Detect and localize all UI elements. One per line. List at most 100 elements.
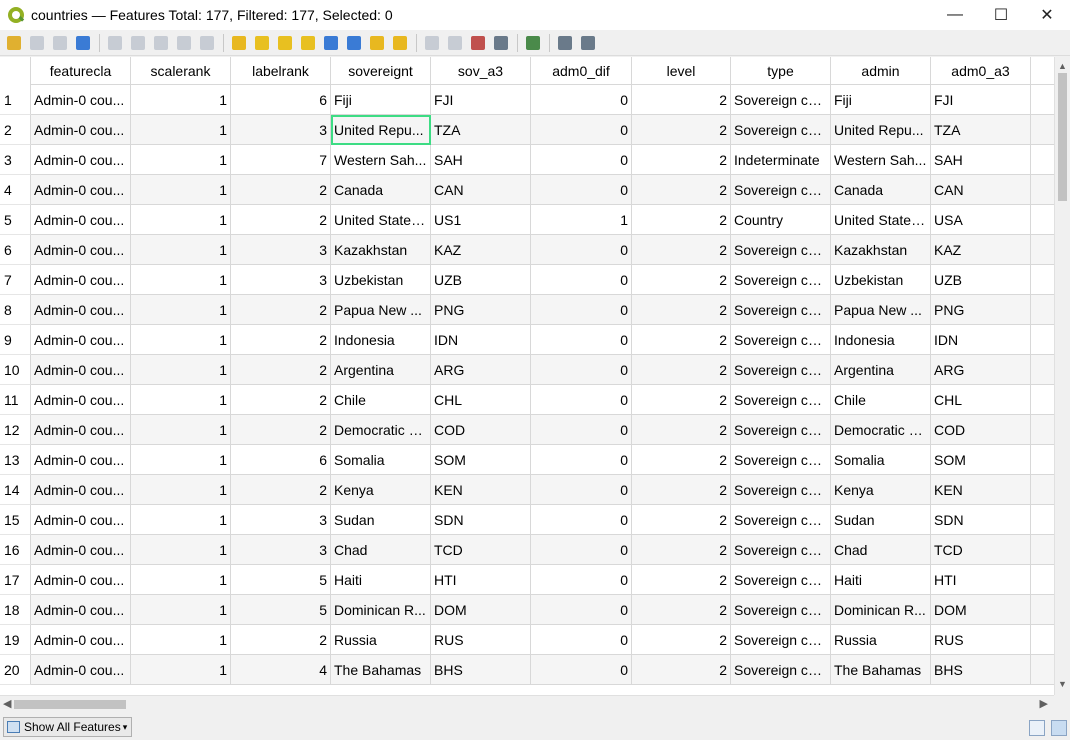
table-cell[interactable]: Admin-0 cou... — [31, 295, 131, 325]
table-cell[interactable]: Canada — [331, 175, 431, 205]
table-cell[interactable]: Russia — [831, 625, 931, 655]
table-cell[interactable]: Sovereign co... — [731, 265, 831, 295]
row-number[interactable]: 11 — [0, 385, 31, 415]
table-cell[interactable]: 2 — [632, 535, 731, 565]
table-cell[interactable]: 1 — [131, 505, 231, 535]
scroll-right-icon[interactable]: ▶ — [1040, 697, 1048, 710]
column-header-level[interactable]: level — [632, 57, 731, 85]
table-cell[interactable]: BHS — [431, 655, 531, 685]
table-cell[interactable]: 2 — [632, 385, 731, 415]
table-cell[interactable]: FJI — [931, 85, 1031, 115]
table-cell[interactable]: Fiji — [331, 85, 431, 115]
deselect-all-icon[interactable] — [297, 32, 319, 54]
table-cell[interactable]: TZA — [431, 115, 531, 145]
row-number[interactable]: 15 — [0, 505, 31, 535]
column-header-sov-a3[interactable]: sov_a3 — [431, 57, 531, 85]
table-cell[interactable]: 3 — [231, 235, 331, 265]
actions-icon[interactable] — [522, 32, 544, 54]
copy-icon[interactable] — [173, 32, 195, 54]
table-cell[interactable]: 1 — [131, 655, 231, 685]
table-cell[interactable]: 0 — [531, 295, 632, 325]
table-row[interactable]: 8 Admin-0 cou... 1 2 Papua New ... PNG 0 2 Sover… — [0, 295, 1070, 325]
table-row[interactable]: 5 Admin-0 cou... 1 2 United States... US1 1 2 Co… — [0, 205, 1070, 235]
table-cell[interactable]: 6 — [231, 445, 331, 475]
column-header-admin[interactable]: admin — [831, 57, 931, 85]
table-cell[interactable]: TZA — [931, 115, 1031, 145]
table-cell[interactable]: Papua New ... — [331, 295, 431, 325]
table-cell[interactable]: BHS — [931, 655, 1031, 685]
table-cell[interactable]: Democratic R... — [831, 415, 931, 445]
table-cell[interactable]: Country — [731, 205, 831, 235]
table-cell[interactable]: 6 — [231, 85, 331, 115]
table-row[interactable]: 10 Admin-0 cou... 1 2 Argentina ARG 0 2 Sovereig… — [0, 355, 1070, 385]
row-number[interactable]: 12 — [0, 415, 31, 445]
table-cell[interactable]: KEN — [931, 475, 1031, 505]
table-cell[interactable]: Kazakhstan — [331, 235, 431, 265]
table-cell[interactable]: 1 — [131, 595, 231, 625]
table-cell[interactable]: 2 — [632, 85, 731, 115]
table-cell[interactable]: 2 — [231, 625, 331, 655]
table-cell[interactable]: Sovereign co... — [731, 295, 831, 325]
table-cell[interactable]: KEN — [431, 475, 531, 505]
table-cell[interactable]: Argentina — [831, 355, 931, 385]
table-row[interactable]: 20 Admin-0 cou... 1 4 The Bahamas BHS 0 2 Sovere… — [0, 655, 1070, 685]
vertical-scroll-thumb[interactable] — [1058, 73, 1067, 201]
table-cell[interactable]: Western Sah... — [831, 145, 931, 175]
table-cell[interactable]: 2 — [632, 415, 731, 445]
table-cell[interactable]: Sudan — [331, 505, 431, 535]
table-cell[interactable]: Democratic R... — [331, 415, 431, 445]
table-cell[interactable]: Sovereign co... — [731, 595, 831, 625]
table-cell[interactable]: 0 — [531, 625, 632, 655]
table-row[interactable]: 16 Admin-0 cou... 1 3 Chad TCD 0 2 Sovereign co.… — [0, 535, 1070, 565]
table-cell[interactable]: KAZ — [431, 235, 531, 265]
table-cell[interactable]: Sovereign co... — [731, 325, 831, 355]
table-cell[interactable]: 2 — [231, 205, 331, 235]
row-number[interactable]: 2 — [0, 115, 31, 145]
table-cell[interactable]: USA — [931, 205, 1031, 235]
table-cell[interactable]: 2 — [632, 625, 731, 655]
row-number[interactable]: 10 — [0, 355, 31, 385]
vertical-scrollbar[interactable]: ▲ ▼ — [1054, 57, 1070, 695]
table-cell[interactable]: 0 — [531, 535, 632, 565]
table-cell[interactable]: 0 — [531, 235, 632, 265]
column-header-adm0-dif[interactable]: adm0_dif — [531, 57, 632, 85]
table-cell[interactable]: United States... — [331, 205, 431, 235]
table-cell[interactable]: 0 — [531, 655, 632, 685]
table-cell[interactable]: HTI — [431, 565, 531, 595]
table-cell[interactable]: SDN — [431, 505, 531, 535]
table-cell[interactable]: 2 — [632, 115, 731, 145]
table-cell[interactable]: Sovereign co... — [731, 475, 831, 505]
table-cell[interactable]: 3 — [231, 535, 331, 565]
table-cell[interactable]: ARG — [431, 355, 531, 385]
table-cell[interactable]: Admin-0 cou... — [31, 235, 131, 265]
table-cell[interactable]: 0 — [531, 385, 632, 415]
table-cell[interactable]: Admin-0 cou... — [31, 85, 131, 115]
row-number[interactable]: 18 — [0, 595, 31, 625]
show-features-dropdown[interactable]: Show All Features ▾ — [3, 717, 133, 737]
table-cell[interactable]: 2 — [231, 325, 331, 355]
table-cell[interactable]: Canada — [831, 175, 931, 205]
table-cell[interactable]: Fiji — [831, 85, 931, 115]
close-button[interactable]: ✕ — [1024, 0, 1070, 30]
table-cell[interactable]: 2 — [632, 145, 731, 175]
table-cell[interactable]: Admin-0 cou... — [31, 355, 131, 385]
table-cell[interactable]: Admin-0 cou... — [31, 325, 131, 355]
table-cell[interactable]: Sovereign co... — [731, 625, 831, 655]
table-cell[interactable]: Admin-0 cou... — [31, 265, 131, 295]
table-cell[interactable]: 2 — [231, 175, 331, 205]
table-row[interactable]: 11 Admin-0 cou... 1 2 Chile CHL 0 2 Sovereign co… — [0, 385, 1070, 415]
row-number[interactable]: 16 — [0, 535, 31, 565]
table-cell[interactable]: Admin-0 cou... — [31, 565, 131, 595]
table-cell[interactable]: Chile — [331, 385, 431, 415]
scroll-up-icon[interactable]: ▲ — [1058, 61, 1067, 71]
table-cell[interactable]: SOM — [931, 445, 1031, 475]
table-cell[interactable]: 1 — [131, 235, 231, 265]
table-view-icon[interactable] — [1051, 720, 1067, 736]
row-number[interactable]: 4 — [0, 175, 31, 205]
table-row[interactable]: 4 Admin-0 cou... 1 2 Canada CAN 0 2 Sovereign co… — [0, 175, 1070, 205]
table-cell[interactable]: 4 — [231, 655, 331, 685]
table-cell[interactable]: Russia — [331, 625, 431, 655]
table-cell[interactable]: TCD — [431, 535, 531, 565]
table-cell[interactable]: Indonesia — [831, 325, 931, 355]
table-cell[interactable]: The Bahamas — [331, 655, 431, 685]
